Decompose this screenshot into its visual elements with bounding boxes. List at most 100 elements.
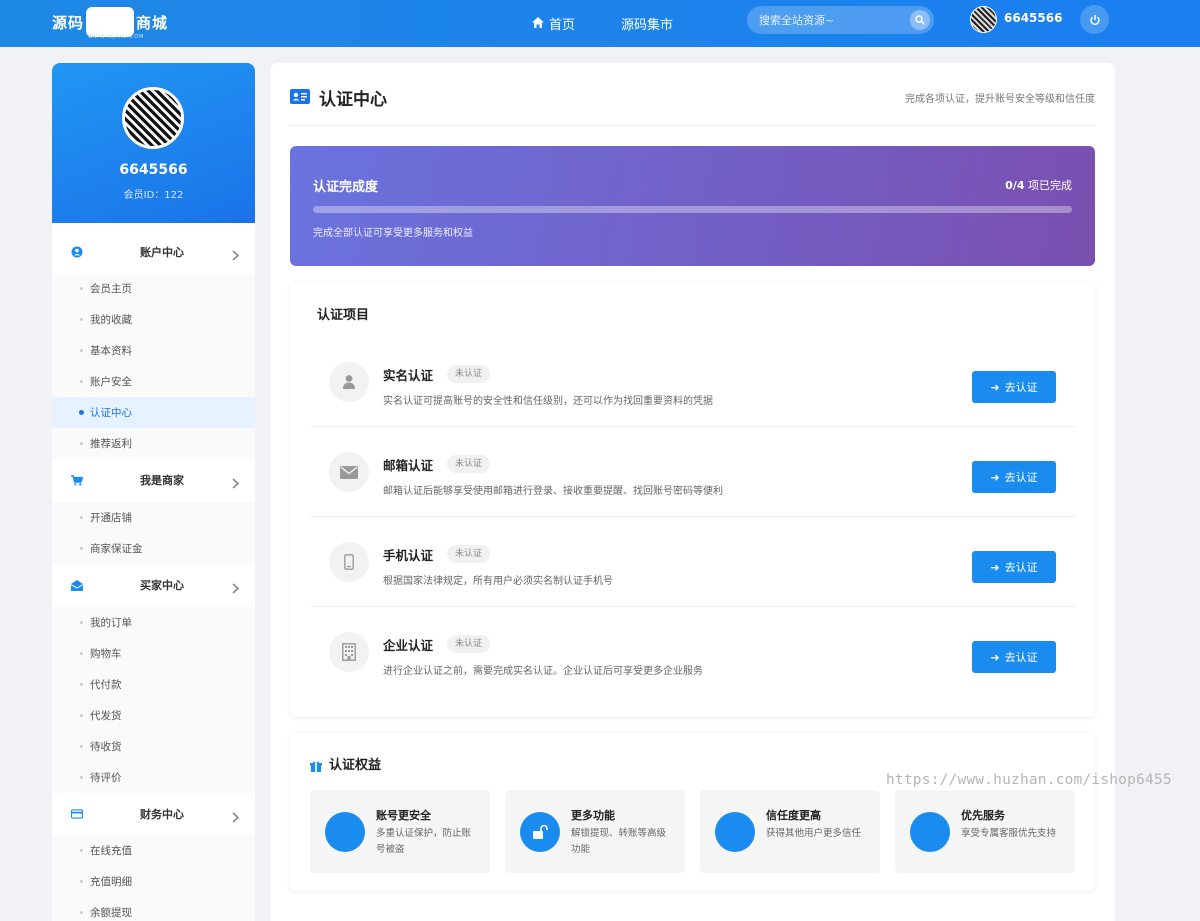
sidebar-item-label: 在线充值 xyxy=(90,845,132,857)
page-subtitle: 完成各项认证，提升账号安全等级和信任度 xyxy=(905,94,1095,105)
status-badge: 未认证 xyxy=(447,635,491,653)
sidebar-item-label: 我的订单 xyxy=(90,617,132,629)
avatar[interactable] xyxy=(122,87,184,149)
bullet xyxy=(80,621,83,624)
power-icon xyxy=(1089,14,1100,25)
bullet xyxy=(80,745,83,748)
sidebar-item-security[interactable]: 账户安全 xyxy=(52,366,255,397)
logo-text-left: 源码 xyxy=(52,13,85,32)
status-badge: 未认证 xyxy=(447,365,491,383)
verify-button[interactable]: ➜ 去认证 xyxy=(972,461,1056,493)
arrow-right-icon: ➜ xyxy=(990,470,1000,484)
sidebar-item-favorites[interactable]: 我的收藏 xyxy=(52,304,255,335)
gift-icon xyxy=(310,757,322,772)
benefit-name: 更多功能 xyxy=(571,809,615,822)
nav-home-label: 首页 xyxy=(549,18,576,33)
sidebar-item-withdraw[interactable]: 余额提现 xyxy=(52,897,255,921)
shield-icon xyxy=(325,812,365,852)
verify-button-label: 去认证 xyxy=(1004,561,1038,574)
sidebar-item-referral[interactable]: 推荐返利 xyxy=(52,428,255,459)
benefit-desc: 享受专属客服优先支持 xyxy=(961,828,1057,839)
sidebar-item-deposit[interactable]: 商家保证金 xyxy=(52,533,255,564)
logo-subtext: WWW.HJPAL.COM xyxy=(88,34,145,40)
nav-home[interactable]: 首页 xyxy=(532,0,575,47)
menu-group-account[interactable]: 账户中心 xyxy=(52,235,255,269)
profile-card: 6645566 会员ID：122 xyxy=(52,63,255,223)
item-desc: 实名认证可提高账号的安全性和信任级别，还可以作为找回重要资料的凭据 xyxy=(383,396,713,407)
progress-count: 0/4 项已完成 xyxy=(1005,177,1072,193)
nav-market[interactable]: 源码集市 xyxy=(621,0,673,47)
sidebar-item-to-review[interactable]: 待评价 xyxy=(52,762,255,793)
sidebar-item-verification[interactable]: 认证中心 xyxy=(52,397,255,428)
sidebar-item-recharge-detail[interactable]: 充值明细 xyxy=(52,866,255,897)
star-icon xyxy=(715,812,755,852)
sidebar-item-to-ship[interactable]: 代发货 xyxy=(52,700,255,731)
arrow-right-icon: ➜ xyxy=(990,650,1000,664)
sidebar-item-orders[interactable]: 我的订单 xyxy=(52,607,255,638)
benefit-trust: 信任度更高 获得其他用户更多信任 xyxy=(700,790,880,873)
menu-group-label: 账户中心 xyxy=(140,246,184,259)
benefit-secure: 账号更安全 多重认证保护，防止账号被盗 xyxy=(310,790,490,873)
item-desc: 邮箱认证后能够享受使用邮箱进行登录、接收重要提醒、找回账号密码等便利 xyxy=(383,486,723,497)
verify-button[interactable]: ➜ 去认证 xyxy=(972,551,1056,583)
sidebar-item-label: 我的收藏 xyxy=(90,314,132,326)
logo-text-right: 商城 xyxy=(136,13,169,32)
verify-button-label: 去认证 xyxy=(1004,381,1038,394)
bullet xyxy=(80,652,83,655)
menu-group-merchant[interactable]: 我是商家 xyxy=(52,463,255,497)
menu-group-buyer[interactable]: 买家中心 xyxy=(52,568,255,602)
progress-title: 认证完成度 xyxy=(313,180,379,195)
sidebar-item-label: 账户安全 xyxy=(90,376,132,388)
item-name: 实名认证 xyxy=(383,368,434,383)
benefit-desc: 解锁提现、转账等高级功能 xyxy=(571,828,667,855)
verification-item-realname: 实名认证 未认证 实名认证可提高账号的安全性和信任级别，还可以作为找回重要资料的… xyxy=(310,337,1075,427)
sidebar-item-label: 认证中心 xyxy=(90,407,132,419)
sidebar-item-to-receive[interactable]: 待收货 xyxy=(52,731,255,762)
header-username[interactable]: 6645566 xyxy=(1004,11,1062,25)
bullet xyxy=(80,714,83,717)
sidebar-item-label: 开通店铺 xyxy=(90,512,132,524)
status-badge: 未认证 xyxy=(447,455,491,473)
sidebar: 6645566 会员ID：122 账户中心 会员主页 我的收藏 基本资料 账户安… xyxy=(52,63,255,921)
benefit-desc: 获得其他用户更多信任 xyxy=(766,828,862,839)
bullet xyxy=(80,349,83,352)
search-button[interactable] xyxy=(910,10,930,30)
bullet xyxy=(80,516,83,519)
verify-button[interactable]: ➜ 去认证 xyxy=(972,641,1056,673)
sidebar-item-open-shop[interactable]: 开通店铺 xyxy=(52,502,255,533)
verification-item-phone: 手机认证 未认证 根据国家法律规定，所有用户必须实名制认证手机号 ➜ 去认证 xyxy=(310,517,1075,607)
progress-note: 完成全部认证可享受更多服务和权益 xyxy=(313,228,473,239)
home-icon xyxy=(532,16,544,31)
logout-button[interactable] xyxy=(1080,5,1109,34)
header-avatar[interactable] xyxy=(970,6,997,33)
bullet xyxy=(79,410,84,415)
page-title: 认证中心 xyxy=(319,90,387,110)
site-logo[interactable]: 源码 商城 xyxy=(52,7,169,37)
menu-group-finance[interactable]: 财务中心 xyxy=(52,797,255,831)
progress-count-value: 0/4 xyxy=(1005,179,1025,192)
benefit-features: 更多功能 解锁提现、转账等高级功能 xyxy=(505,790,685,873)
search-input[interactable] xyxy=(759,6,909,34)
verify-button[interactable]: ➜ 去认证 xyxy=(972,371,1056,403)
progress-card: 认证完成度 0/4 项已完成 完成全部认证可享受更多服务和权益 xyxy=(290,146,1095,266)
progress-bar xyxy=(313,206,1072,213)
verification-items-card: 认证项目 实名认证 未认证 实名认证可提高账号的安全性和信任级别，还可以作为找回… xyxy=(290,282,1095,717)
sidebar-item-label: 基本资料 xyxy=(90,345,132,357)
arrow-right-icon: ➜ xyxy=(990,560,1000,574)
building-icon xyxy=(329,632,369,672)
search-box xyxy=(747,6,934,34)
arrow-right-icon: ➜ xyxy=(990,380,1000,394)
status-badge: 未认证 xyxy=(447,545,491,563)
sidebar-item-to-pay[interactable]: 代付款 xyxy=(52,669,255,700)
verification-item-email: 邮箱认证 未认证 邮箱认证后能够享受使用邮箱进行登录、接收重要提醒、找回账号密码… xyxy=(310,427,1075,517)
bullet xyxy=(80,547,83,550)
sidebar-item-label: 推荐返利 xyxy=(90,438,132,450)
sidebar-item-label: 余额提现 xyxy=(90,907,132,919)
sidebar-item-recharge[interactable]: 在线充值 xyxy=(52,835,255,866)
id-card-icon xyxy=(290,89,310,104)
sidebar-item-profile[interactable]: 基本资料 xyxy=(52,335,255,366)
sidebar-item-cart[interactable]: 购物车 xyxy=(52,638,255,669)
nav-market-label: 源码集市 xyxy=(621,18,674,33)
page-header: 认证中心 完成各项认证，提升账号安全等级和信任度 xyxy=(290,83,1095,126)
sidebar-item-member-home[interactable]: 会员主页 xyxy=(52,273,255,304)
